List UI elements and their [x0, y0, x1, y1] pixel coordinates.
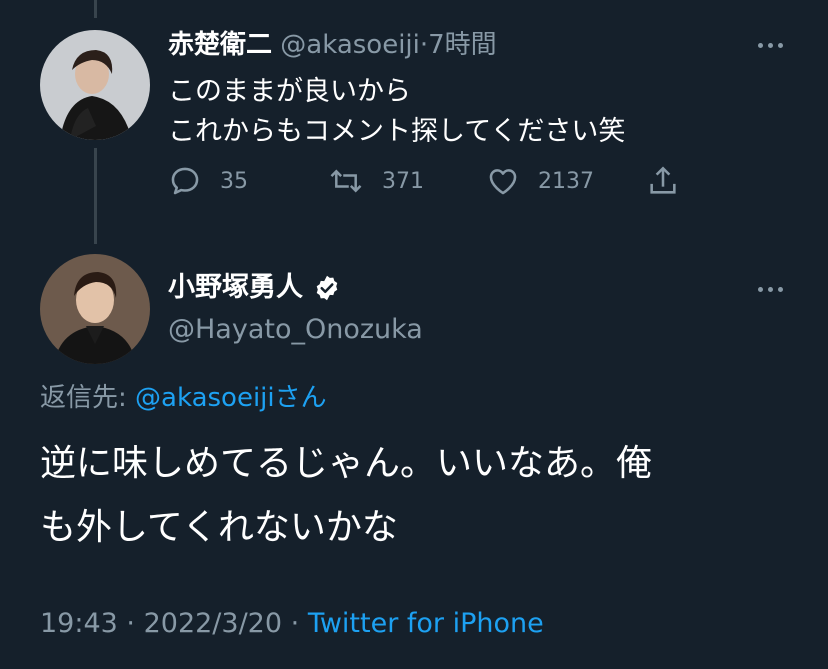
like-count: 2137: [538, 168, 594, 194]
author-name-row: 小野塚勇人: [168, 270, 341, 306]
reply-icon: [171, 167, 199, 195]
focused-tweet: 小野塚勇人 @Hayato_Onozuka 返信先: @akasoeijiさん …: [0, 240, 828, 669]
parent-tweet-text: このままが良いから これからもコメント探してください笑: [168, 72, 625, 152]
reply-count: 35: [220, 168, 248, 194]
replying-to-handle[interactable]: @akasoeijiさん: [135, 383, 327, 413]
author-name[interactable]: 赤楚衛二: [168, 30, 272, 60]
share-icon: [650, 166, 676, 194]
replying-to-suffix[interactable]: さん: [275, 383, 327, 413]
tweet-date[interactable]: 2022/3/20: [144, 608, 282, 639]
tweet-actions: 35 371 2137: [168, 164, 688, 204]
tweet-thread: 赤楚衛二 @akasoeiji·7時間 このままが良いから これからもコメント探…: [0, 0, 828, 669]
retweet-icon: [330, 169, 362, 193]
tweet-text: 逆に味しめてるじゃん。いいなあ。俺 も外してくれないかな: [40, 432, 800, 560]
tweet-time[interactable]: 19:43: [40, 608, 118, 639]
tweet-client-link[interactable]: Twitter for iPhone: [308, 608, 544, 639]
author-handle[interactable]: @Hayato_Onozuka: [168, 312, 423, 348]
avatar[interactable]: [40, 30, 150, 140]
retweet-count: 371: [382, 168, 424, 194]
reply-button[interactable]: 35: [168, 164, 248, 198]
more-icon[interactable]: [750, 278, 790, 300]
replying-to: 返信先: @akasoeijiさん: [40, 380, 327, 416]
retweet-button[interactable]: 371: [328, 164, 424, 198]
tweet-text-line: これからもコメント探してください笑: [168, 116, 626, 147]
like-icon: [489, 169, 517, 195]
avatar-image: [40, 30, 150, 140]
parent-tweet-header: 赤楚衛二 @akasoeiji·7時間: [168, 28, 497, 62]
separator: ·: [290, 608, 300, 639]
parent-tweet[interactable]: 赤楚衛二 @akasoeiji·7時間 このままが良いから これからもコメント探…: [0, 0, 828, 240]
avatar[interactable]: [40, 254, 150, 364]
verified-badge-icon: [316, 275, 338, 301]
replying-to-label: 返信先:: [40, 383, 127, 413]
thread-connector: [94, 148, 97, 244]
author-handle[interactable]: @akasoeiji: [280, 30, 420, 60]
separator: ·: [419, 30, 429, 60]
replying-to-handle-text[interactable]: @akasoeiji: [135, 383, 275, 413]
separator: ·: [126, 608, 135, 639]
tweet-metadata: 19:43 · 2022/3/20 · Twitter for iPhone: [40, 606, 544, 642]
like-button[interactable]: 2137: [486, 164, 594, 198]
timestamp[interactable]: 7時間: [428, 30, 497, 60]
share-button[interactable]: [646, 164, 680, 198]
author-name[interactable]: 小野塚勇人: [168, 270, 303, 306]
tweet-text-line: も外してくれないかな: [40, 507, 398, 548]
more-icon[interactable]: [750, 34, 790, 56]
tweet-text-line: このままが良いから: [168, 76, 411, 107]
tweet-text-line: 逆に味しめてるじゃん。いいなあ。俺: [40, 443, 653, 484]
avatar-image: [40, 254, 150, 364]
